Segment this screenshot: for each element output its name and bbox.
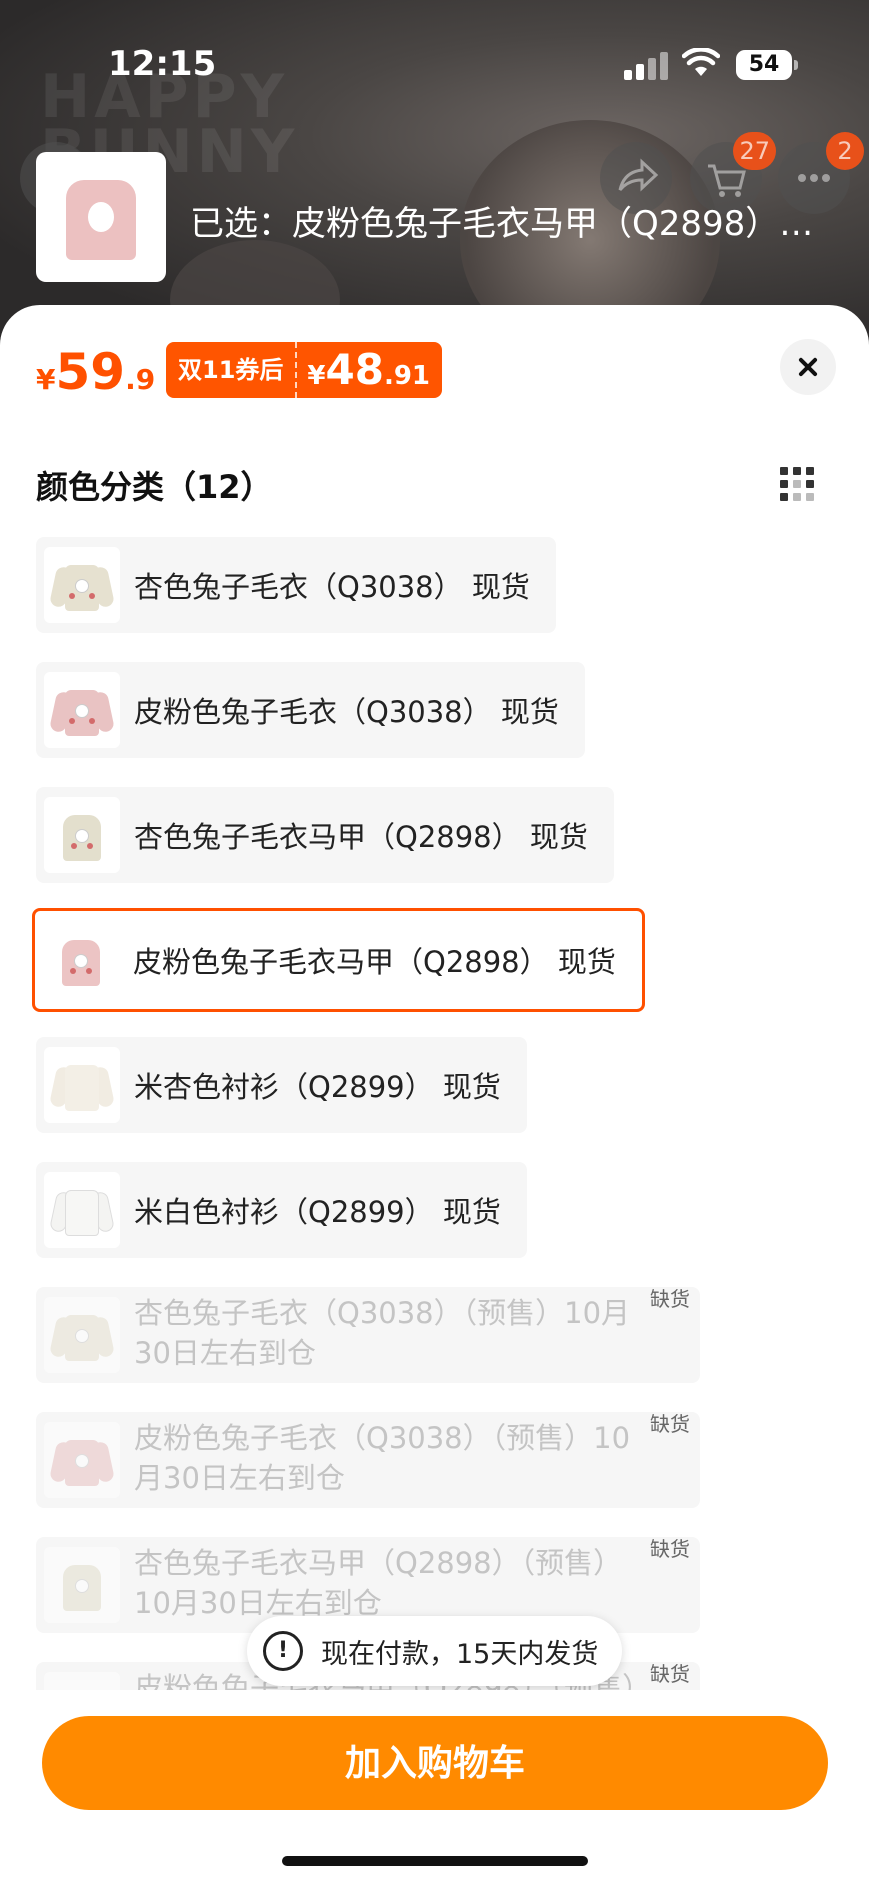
color-option[interactable]: 杏色兔子毛衣（Q3038） 现货	[36, 537, 556, 633]
color-option-selected[interactable]: 皮粉色兔子毛衣马甲（Q2898） 现货	[32, 908, 645, 1012]
option-thumbnail	[44, 672, 120, 748]
shipping-notice-toast: ! 现在付款，15天内发货	[247, 1616, 623, 1686]
option-thumbnail	[43, 922, 119, 998]
info-icon: !	[263, 1631, 303, 1671]
color-option-out-of-stock[interactable]: 杏色兔子毛衣（Q3038）（预售）10月30日左右到仓 缺货	[36, 1287, 700, 1383]
option-label: 杏色兔子毛衣（Q3038） 现货	[134, 570, 530, 604]
color-option[interactable]: 米白色衬衫（Q2899） 现货	[36, 1162, 527, 1258]
out-of-stock-tag: 缺货	[650, 1662, 690, 1686]
home-indicator	[282, 1856, 588, 1866]
color-option-list: 杏色兔子毛衣（Q3038） 现货 皮粉色兔子毛衣（Q3038） 现货 杏色兔子毛…	[0, 0, 869, 1758]
out-of-stock-tag: 缺货	[650, 1412, 690, 1436]
option-thumbnail	[44, 547, 120, 623]
option-label: 米杏色衬衫（Q2899） 现货	[134, 1070, 501, 1104]
option-label: 皮粉色兔子毛衣（Q3038） 现货	[134, 695, 559, 729]
color-option-out-of-stock[interactable]: 皮粉色兔子毛衣（Q3038）（预售）10月30日左右到仓 缺货	[36, 1412, 700, 1508]
shipping-notice-text: 现在付款，15天内发货	[321, 1638, 599, 1670]
out-of-stock-tag: 缺货	[650, 1537, 690, 1561]
option-label: 杏色兔子毛衣马甲（Q2898）（预售）10月30日左右到仓	[134, 1546, 623, 1620]
color-option[interactable]: 杏色兔子毛衣马甲（Q2898） 现货	[36, 787, 614, 883]
color-option[interactable]: 米杏色衬衫（Q2899） 现货	[36, 1037, 527, 1133]
color-option[interactable]: 皮粉色兔子毛衣（Q3038） 现货	[36, 662, 585, 758]
option-thumbnail	[44, 1547, 120, 1623]
option-thumbnail	[44, 1047, 120, 1123]
option-thumbnail	[44, 1422, 120, 1498]
option-thumbnail	[44, 1172, 120, 1248]
option-thumbnail	[44, 1297, 120, 1373]
option-label: 杏色兔子毛衣（Q3038）（预售）10月30日左右到仓	[134, 1296, 631, 1370]
option-thumbnail	[44, 797, 120, 873]
option-label: 杏色兔子毛衣马甲（Q2898） 现货	[134, 820, 588, 854]
out-of-stock-tag: 缺货	[650, 1287, 690, 1311]
option-label: 皮粉色兔子毛衣马甲（Q2898） 现货	[133, 945, 616, 979]
add-to-cart-button[interactable]: 加入购物车	[42, 1716, 828, 1810]
option-label: 皮粉色兔子毛衣（Q3038）（预售）10月30日左右到仓	[134, 1421, 631, 1495]
option-label: 米白色衬衫（Q2899） 现货	[134, 1195, 501, 1229]
